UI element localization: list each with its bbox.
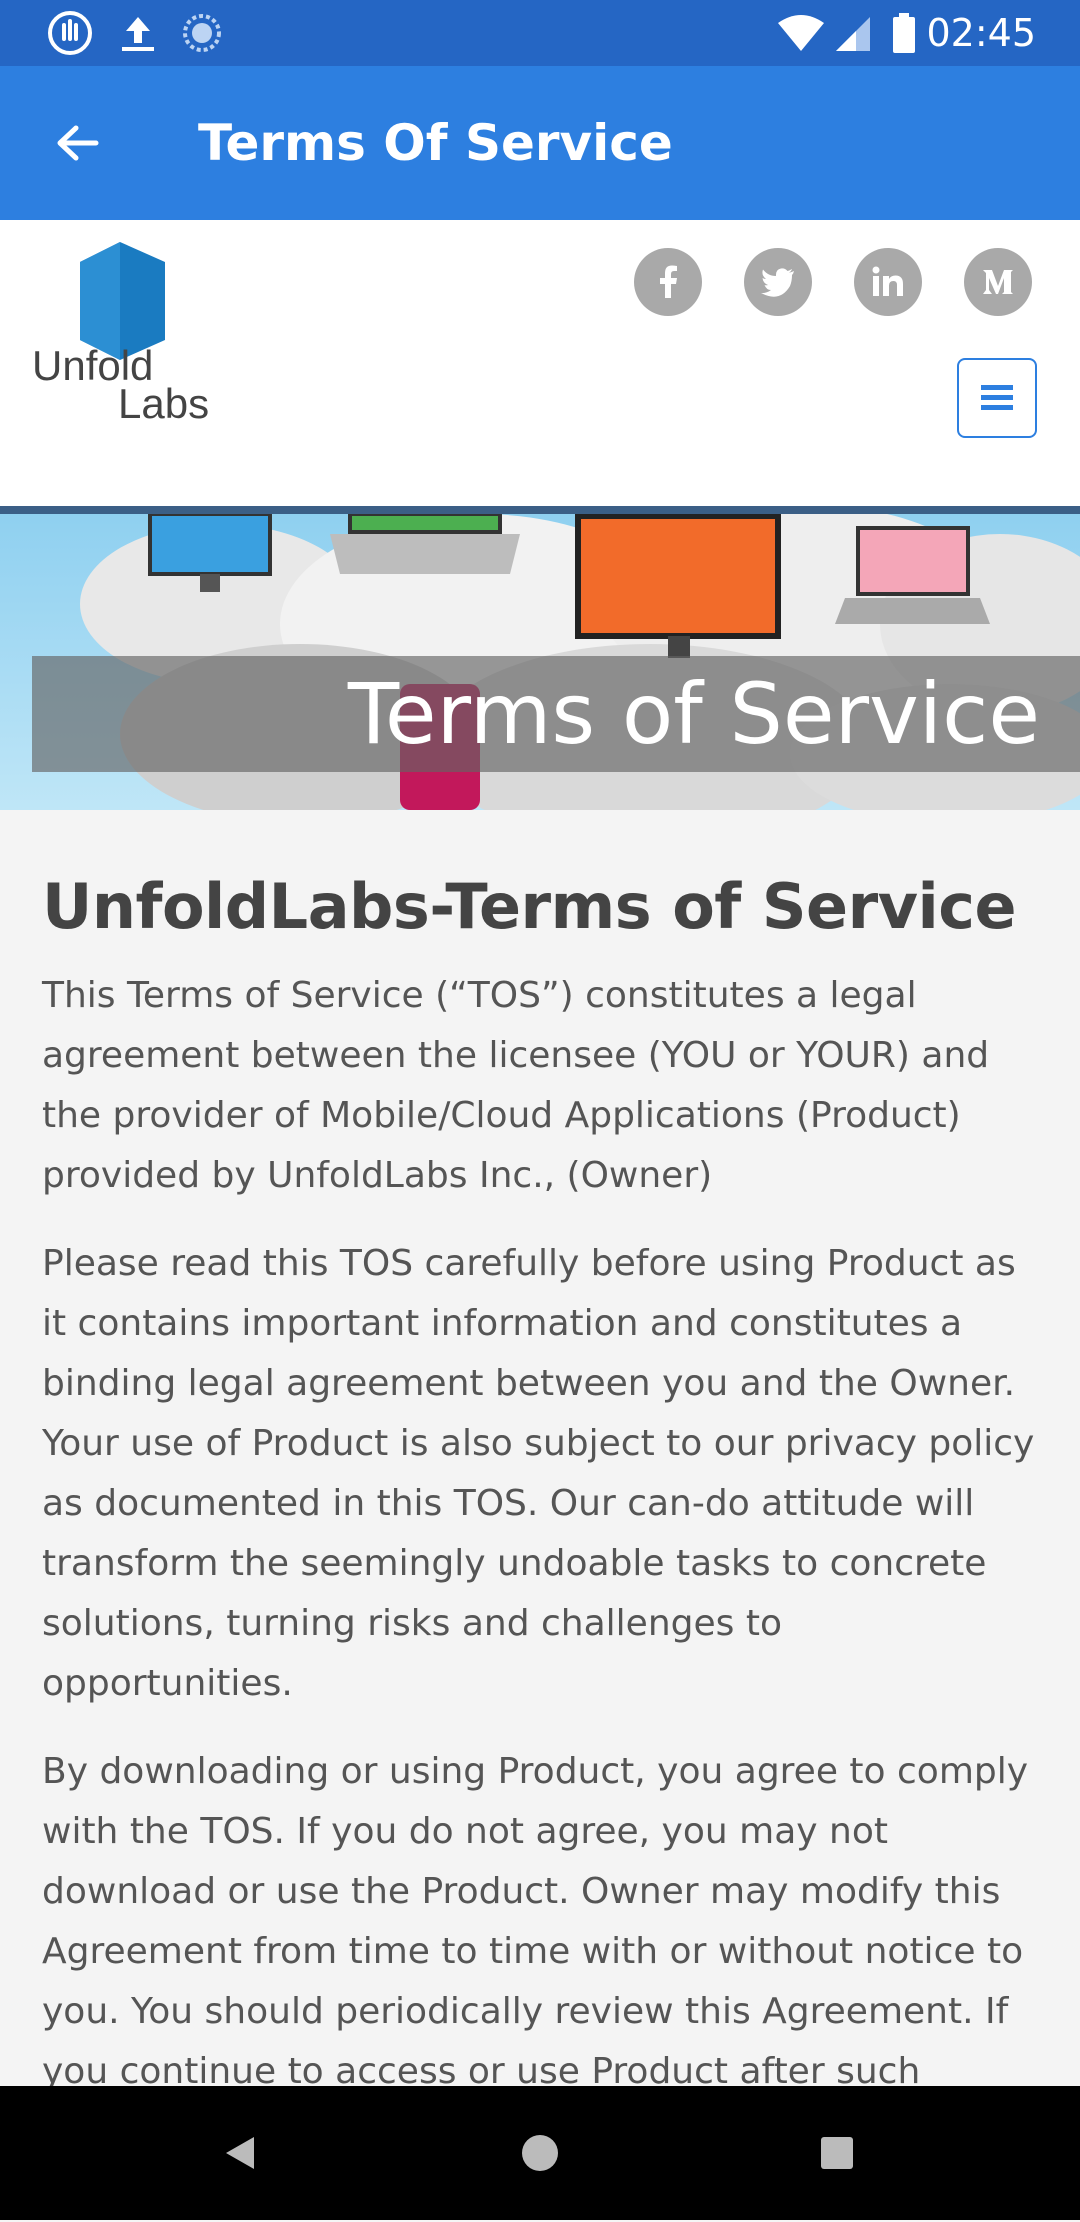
twitter-icon[interactable] [744, 248, 812, 316]
menu-toggle-button[interactable] [957, 358, 1037, 438]
signal-icon [832, 0, 872, 66]
medium-icon[interactable] [964, 248, 1032, 316]
wifi-icon [776, 0, 826, 66]
facebook-icon[interactable] [634, 248, 702, 316]
banner: Terms of Service [0, 514, 1080, 810]
battery-icon [892, 0, 916, 66]
logo-text-labs: Labs [118, 380, 209, 420]
system-nav-bar [0, 2086, 1080, 2220]
linkedin-icon[interactable] [854, 248, 922, 316]
home-circle-icon [522, 2135, 558, 2171]
recents-square-icon [821, 2137, 853, 2169]
status-bar: 02:45 [0, 0, 1080, 66]
page-title: Terms Of Service [198, 114, 673, 172]
upload-icon [116, 0, 160, 66]
tos-paragraph: Please read this TOS carefully before us… [42, 1243, 1035, 1704]
nav-back-button[interactable] [180, 2086, 300, 2220]
back-triangle-icon [226, 2137, 254, 2169]
banner-title: Terms of Service [347, 665, 1040, 763]
unfoldlabs-logo[interactable]: Unfold Labs [30, 240, 220, 427]
tos-content: UnfoldLabs-Terms of Service This Terms o… [42, 810, 1042, 2222]
hand-touch-icon [46, 0, 94, 66]
header-divider [0, 506, 1080, 514]
tos-paragraph: This Terms of Service (“TOS”) constitute… [42, 975, 990, 1196]
hamburger-menu-icon [981, 385, 1013, 410]
back-button[interactable] [40, 106, 114, 180]
app-bar: Terms Of Service [0, 66, 1080, 220]
nav-recents-button[interactable] [777, 2086, 897, 2220]
content-heading: UnfoldLabs-Terms of Service [42, 870, 1017, 943]
arrow-left-icon [57, 125, 99, 161]
sync-icon [182, 0, 222, 66]
nav-home-button[interactable] [480, 2086, 600, 2220]
clock: 02:45 [926, 11, 1036, 55]
